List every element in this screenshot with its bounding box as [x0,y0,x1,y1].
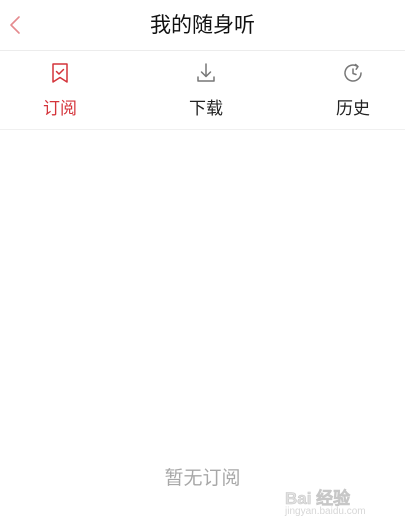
tab-history-label: 历史 [336,99,370,119]
header-bar: 我的随身听 [0,0,405,51]
watermark-url: jingyan.baidu.com [285,506,366,517]
download-icon [197,63,215,82]
tab-subscribe-label: 订阅 [43,99,77,119]
tab-subscribe[interactable]: 订阅 [20,51,100,129]
app-screen: 我的随身听 订阅 下载 历史 暂无订阅 Bai 经验 jingyan.baidu… [0,0,405,532]
tab-download[interactable]: 下载 [166,51,246,129]
page-title: 我的随身听 [150,13,255,37]
tab-history[interactable]: 历史 [313,51,393,129]
tab-download-label: 下载 [189,99,223,119]
history-icon [344,63,362,82]
bookmark-check-icon [52,63,68,83]
tab-bar: 订阅 下载 历史 [0,51,405,130]
watermark-logo: Bai 经验 jingyan.baidu.com [285,482,377,522]
